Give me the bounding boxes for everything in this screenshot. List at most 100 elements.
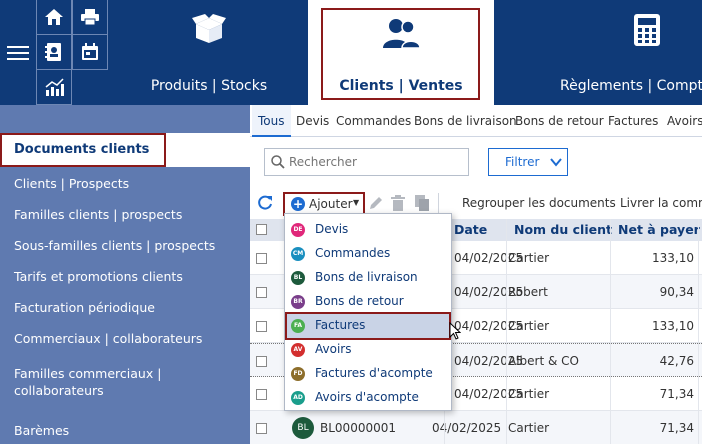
menu-item-label: Factures d'acompte	[315, 366, 433, 380]
document-type-badge: BL	[292, 417, 314, 439]
search-icon	[271, 155, 285, 169]
menu-highlight-frame	[285, 312, 451, 340]
sidebar-item-baremes[interactable]: Barèmes	[14, 422, 244, 439]
stats-button[interactable]	[36, 70, 72, 105]
livrer-commande-button[interactable]: Livrer la comma	[620, 196, 702, 210]
module-label: Produits | Stocks	[150, 78, 268, 94]
sidebar-item-familles-clients[interactable]: Familles clients | prospects	[14, 206, 244, 223]
cell-number: BL00000001	[320, 421, 396, 435]
doc-type-badge-icon: AV	[291, 343, 305, 357]
menu-item-avoirs-acompte[interactable]: AD Avoirs d'acompte	[285, 386, 451, 410]
sidebar-item-documents-clients[interactable]: Documents clients	[0, 133, 250, 167]
tab-factures[interactable]: Factures	[608, 105, 658, 137]
column-divider	[610, 219, 611, 444]
column-divider	[506, 219, 507, 444]
cell-net: 90,34	[659, 285, 694, 299]
tab-bons-de-retour[interactable]: Bons de retour	[515, 105, 604, 137]
chevron-down-icon	[550, 158, 562, 167]
sidebar-item-tarifs-promotions[interactable]: Tarifs et promotions clients	[14, 268, 244, 285]
copy-icon[interactable]	[414, 194, 430, 212]
doc-type-badge-icon: DE	[291, 223, 305, 237]
doc-type-badge-icon: BR	[291, 295, 305, 309]
refresh-icon[interactable]	[256, 194, 274, 212]
cell-client: Cartier	[508, 387, 550, 401]
add-button-label: Ajouter	[309, 197, 353, 211]
module-reglements-compta[interactable]: Règlements | Compta	[560, 0, 702, 105]
row-checkbox[interactable]	[256, 356, 267, 367]
menu-item-label: Factures	[315, 318, 366, 332]
contacts-book-icon	[45, 43, 61, 61]
home-button[interactable]	[36, 0, 72, 35]
filter-label: Filtrer	[505, 155, 540, 169]
search-box	[264, 148, 469, 176]
menu-item-label: Avoirs	[315, 342, 352, 356]
sidebar-item-facturation-periodique[interactable]: Facturation périodique	[14, 299, 244, 316]
menu-item-bons-de-retour[interactable]: BR Bons de retour	[285, 290, 451, 314]
filter-button[interactable]: Filtrer	[488, 148, 568, 176]
menu-item-bons-de-livraison[interactable]: BL Bons de livraison	[285, 266, 451, 290]
cell-net: 133,10	[652, 319, 694, 333]
doc-type-badge-icon: CM	[291, 247, 305, 261]
printer-icon	[81, 9, 99, 26]
tab-devis[interactable]: Devis	[296, 105, 329, 137]
calendar-button[interactable]	[72, 35, 108, 70]
row-checkbox[interactable]	[256, 253, 267, 264]
sidebar: Documents clients Clients | Prospects Fa…	[0, 105, 250, 444]
cell-net: 42,76	[659, 354, 694, 368]
calculator-icon	[634, 14, 660, 46]
hamburger-icon	[7, 45, 29, 60]
menu-item-label: Bons de livraison	[315, 270, 418, 284]
menu-item-devis[interactable]: DE Devis	[285, 218, 451, 242]
sidebar-item-familles-commerciaux[interactable]: Familles commerciaux | collaborateurs	[14, 365, 184, 399]
select-all-checkbox[interactable]	[256, 224, 267, 235]
sidebar-item-commerciaux[interactable]: Commerciaux | collaborateurs	[14, 330, 244, 347]
plus-icon: +	[291, 197, 305, 211]
menu-item-factures[interactable]: FA Factures	[285, 312, 451, 340]
cell-net: 71,34	[659, 421, 694, 435]
sidebar-item-clients-prospects[interactable]: Clients | Prospects	[14, 175, 244, 192]
doc-type-badge-icon: FA	[291, 319, 305, 333]
edit-pencil-icon[interactable]	[367, 194, 385, 212]
table-row[interactable]: BL BL00000001 04/02/2025 Cartier 71,34	[250, 411, 702, 444]
search-input[interactable]	[289, 153, 459, 171]
trash-icon[interactable]	[390, 194, 406, 212]
menu-item-commandes[interactable]: CM Commandes	[285, 242, 451, 266]
print-button[interactable]	[72, 0, 108, 35]
column-header-date[interactable]: Date	[454, 219, 487, 241]
box-open-icon	[192, 14, 226, 43]
module-clients-ventes[interactable]: Clients | Ventes	[308, 0, 494, 105]
users-icon	[383, 19, 420, 48]
menu-item-label: Devis	[315, 222, 349, 236]
cell-date: 04/02/2025	[432, 421, 502, 435]
quick-access-grid	[36, 0, 108, 105]
row-checkbox[interactable]	[256, 389, 267, 400]
tab-tous[interactable]: Tous	[252, 105, 291, 137]
column-header-net[interactable]: Net à payer	[618, 219, 700, 241]
cell-client: Cartier	[508, 319, 550, 333]
document-tabs: Tous Devis Commandes Bons de livraison B…	[250, 105, 702, 137]
contacts-button[interactable]	[36, 35, 72, 70]
row-checkbox[interactable]	[256, 321, 267, 332]
row-checkbox[interactable]	[256, 423, 267, 434]
regrouper-documents-button[interactable]: Regrouper les documents	[462, 196, 616, 210]
row-checkbox[interactable]	[256, 287, 267, 298]
doc-type-badge-icon: FD	[291, 367, 305, 381]
tab-bons-de-livraison[interactable]: Bons de livraison	[414, 105, 517, 137]
column-header-client[interactable]: Nom du client	[514, 219, 612, 241]
cell-net: 71,34	[659, 387, 694, 401]
menu-item-avoirs[interactable]: AV Avoirs	[285, 338, 451, 362]
mouse-cursor-icon	[449, 322, 461, 340]
menu-item-label: Commandes	[315, 246, 391, 260]
stats-chart-icon	[45, 78, 64, 96]
menu-item-label: Bons de retour	[315, 294, 404, 308]
sidebar-item-sous-familles-clients[interactable]: Sous-familles clients | prospects	[14, 237, 244, 254]
menu-item-factures-acompte[interactable]: FD Factures d'acompte	[285, 362, 451, 386]
cell-net: 133,10	[652, 251, 694, 265]
add-document-dropdown: DE Devis CM Commandes BL Bons de livrais…	[284, 213, 452, 411]
doc-type-badge-icon: BL	[291, 271, 305, 285]
hamburger-menu-button[interactable]	[0, 0, 36, 105]
tab-commandes[interactable]: Commandes	[336, 105, 411, 137]
tab-avoirs[interactable]: Avoirs	[667, 105, 702, 137]
module-label: Règlements | Compta	[560, 78, 702, 94]
module-produits-stocks[interactable]: Produits | Stocks	[150, 0, 268, 105]
